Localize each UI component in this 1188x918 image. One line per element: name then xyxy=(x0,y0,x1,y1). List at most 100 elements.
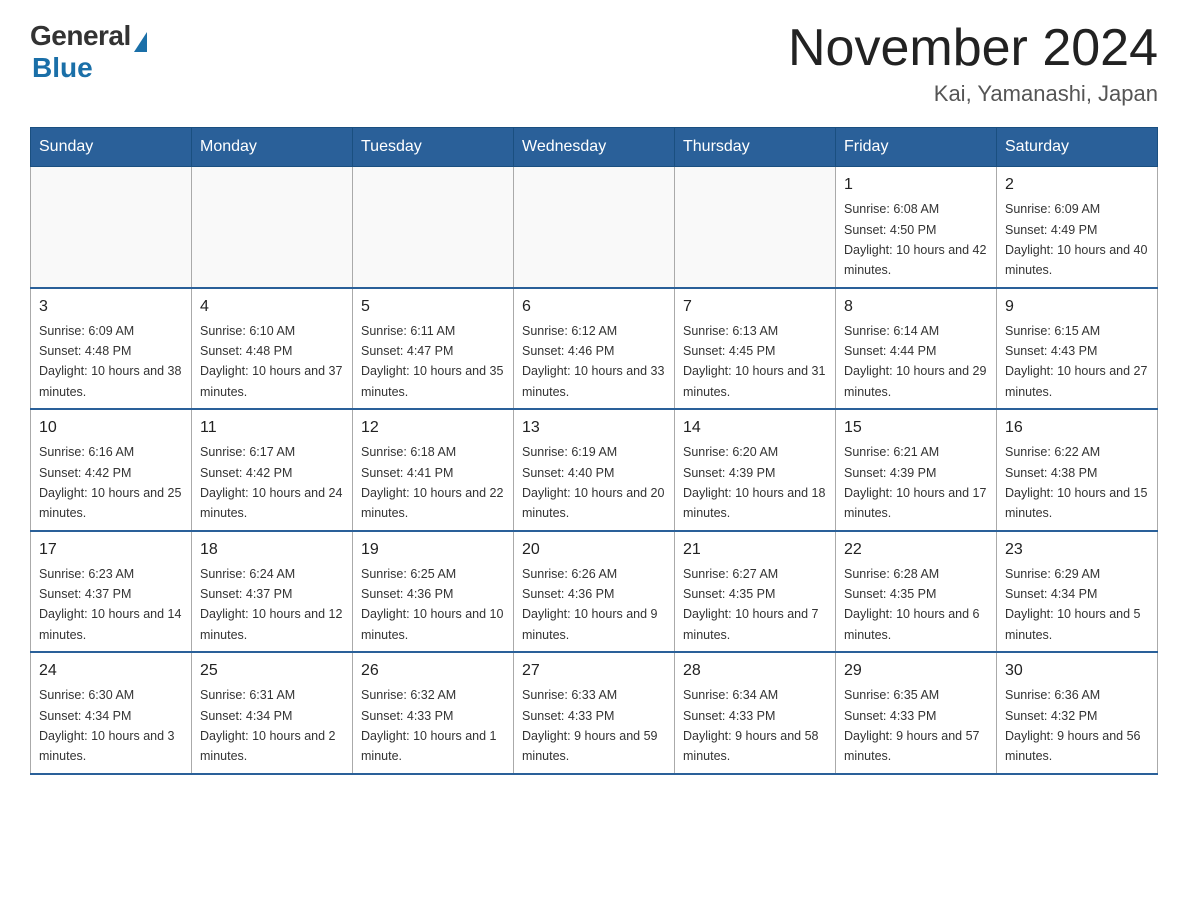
weekday-header-tuesday: Tuesday xyxy=(353,128,514,167)
calendar-cell: 2Sunrise: 6:09 AMSunset: 4:49 PMDaylight… xyxy=(997,167,1158,288)
day-number: 16 xyxy=(1005,416,1149,440)
calendar-week-5: 24 Sunrise: 6:30 AMSunset: 4:34 PMDayligh… xyxy=(31,652,1158,774)
day-info: Sunrise: 6:28 AMSunset: 4:35 PMDaylight:… xyxy=(844,567,980,642)
day-info: Sunrise: 6:23 AMSunset: 4:37 PMDaylight:… xyxy=(39,567,181,642)
day-number: 18 xyxy=(200,538,344,562)
day-info: Sunrise: 6:09 AMSunset: 4:48 PMDaylight:… xyxy=(39,324,181,399)
calendar-cell: 5 Sunrise: 6:11 AMSunset: 4:47 PMDaylight… xyxy=(353,288,514,410)
day-info: Sunrise: 6:08 AMSunset: 4:50 PMDaylight:… xyxy=(844,202,986,277)
calendar-cell: 10Sunrise: 6:16 AMSunset: 4:42 PMDayligh… xyxy=(31,409,192,531)
calendar-cell: 28Sunrise: 6:34 AMSunset: 4:33 PMDayligh… xyxy=(675,652,836,774)
weekday-header-thursday: Thursday xyxy=(675,128,836,167)
calendar-cell: 25 Sunrise: 6:31 AMSunset: 4:34 PMDayligh… xyxy=(192,652,353,774)
calendar-body: 1 Sunrise: 6:08 AMSunset: 4:50 PMDaylight… xyxy=(31,167,1158,774)
calendar-cell: 30 Sunrise: 6:36 AMSunset: 4:32 PMDayligh… xyxy=(997,652,1158,774)
day-info: Sunrise: 6:17 AMSunset: 4:42 PMDaylight:… xyxy=(200,445,342,520)
calendar-week-3: 10Sunrise: 6:16 AMSunset: 4:42 PMDayligh… xyxy=(31,409,1158,531)
day-number: 30 xyxy=(1005,659,1149,683)
day-number: 13 xyxy=(522,416,666,440)
calendar-cell: 19 Sunrise: 6:25 AMSunset: 4:36 PMDayligh… xyxy=(353,531,514,653)
day-info: Sunrise: 6:14 AMSunset: 4:44 PMDaylight:… xyxy=(844,324,986,399)
day-info: Sunrise: 6:15 AMSunset: 4:43 PMDaylight:… xyxy=(1005,324,1147,399)
day-number: 26 xyxy=(361,659,505,683)
day-number: 3 xyxy=(39,295,183,319)
calendar-cell: 6Sunrise: 6:12 AMSunset: 4:46 PMDaylight… xyxy=(514,288,675,410)
calendar-cell xyxy=(192,167,353,288)
calendar-cell xyxy=(353,167,514,288)
weekday-header-wednesday: Wednesday xyxy=(514,128,675,167)
day-number: 8 xyxy=(844,295,988,319)
day-info: Sunrise: 6:10 AMSunset: 4:48 PMDaylight:… xyxy=(200,324,342,399)
weekday-header-friday: Friday xyxy=(836,128,997,167)
calendar-cell: 4 Sunrise: 6:10 AMSunset: 4:48 PMDaylight… xyxy=(192,288,353,410)
calendar-cell: 20 Sunrise: 6:26 AMSunset: 4:36 PMDayligh… xyxy=(514,531,675,653)
calendar-cell: 23 Sunrise: 6:29 AMSunset: 4:34 PMDayligh… xyxy=(997,531,1158,653)
day-info: Sunrise: 6:32 AMSunset: 4:33 PMDaylight:… xyxy=(361,688,497,763)
calendar-table: SundayMondayTuesdayWednesdayThursdayFrid… xyxy=(30,127,1158,775)
day-info: Sunrise: 6:29 AMSunset: 4:34 PMDaylight:… xyxy=(1005,567,1141,642)
day-number: 10 xyxy=(39,416,183,440)
day-number: 23 xyxy=(1005,538,1149,562)
day-number: 17 xyxy=(39,538,183,562)
day-info: Sunrise: 6:13 AMSunset: 4:45 PMDaylight:… xyxy=(683,324,825,399)
weekday-header-saturday: Saturday xyxy=(997,128,1158,167)
page-subtitle: Kai, Yamanashi, Japan xyxy=(788,81,1158,107)
calendar-cell: 7 Sunrise: 6:13 AMSunset: 4:45 PMDaylight… xyxy=(675,288,836,410)
calendar-cell: 1 Sunrise: 6:08 AMSunset: 4:50 PMDaylight… xyxy=(836,167,997,288)
day-number: 11 xyxy=(200,416,344,440)
calendar-cell xyxy=(675,167,836,288)
day-number: 1 xyxy=(844,173,988,197)
day-info: Sunrise: 6:20 AMSunset: 4:39 PMDaylight:… xyxy=(683,445,825,520)
day-info: Sunrise: 6:33 AMSunset: 4:33 PMDaylight:… xyxy=(522,688,658,763)
day-info: Sunrise: 6:26 AMSunset: 4:36 PMDaylight:… xyxy=(522,567,658,642)
day-info: Sunrise: 6:35 AMSunset: 4:33 PMDaylight:… xyxy=(844,688,980,763)
calendar-cell: 13 Sunrise: 6:19 AMSunset: 4:40 PMDayligh… xyxy=(514,409,675,531)
calendar-cell: 14Sunrise: 6:20 AMSunset: 4:39 PMDayligh… xyxy=(675,409,836,531)
logo: General Blue xyxy=(30,20,147,84)
day-info: Sunrise: 6:18 AMSunset: 4:41 PMDaylight:… xyxy=(361,445,503,520)
day-info: Sunrise: 6:27 AMSunset: 4:35 PMDaylight:… xyxy=(683,567,819,642)
day-info: Sunrise: 6:19 AMSunset: 4:40 PMDaylight:… xyxy=(522,445,664,520)
day-number: 24 xyxy=(39,659,183,683)
day-info: Sunrise: 6:30 AMSunset: 4:34 PMDaylight:… xyxy=(39,688,175,763)
calendar-cell: 26 Sunrise: 6:32 AMSunset: 4:33 PMDayligh… xyxy=(353,652,514,774)
day-number: 25 xyxy=(200,659,344,683)
day-info: Sunrise: 6:25 AMSunset: 4:36 PMDaylight:… xyxy=(361,567,503,642)
day-number: 19 xyxy=(361,538,505,562)
day-number: 15 xyxy=(844,416,988,440)
calendar-cell: 8 Sunrise: 6:14 AMSunset: 4:44 PMDaylight… xyxy=(836,288,997,410)
day-info: Sunrise: 6:11 AMSunset: 4:47 PMDaylight:… xyxy=(361,324,503,399)
calendar-cell: 24 Sunrise: 6:30 AMSunset: 4:34 PMDayligh… xyxy=(31,652,192,774)
day-number: 5 xyxy=(361,295,505,319)
day-info: Sunrise: 6:24 AMSunset: 4:37 PMDaylight:… xyxy=(200,567,342,642)
day-number: 7 xyxy=(683,295,827,319)
calendar-cell: 27 Sunrise: 6:33 AMSunset: 4:33 PMDayligh… xyxy=(514,652,675,774)
day-number: 4 xyxy=(200,295,344,319)
day-info: Sunrise: 6:21 AMSunset: 4:39 PMDaylight:… xyxy=(844,445,986,520)
day-info: Sunrise: 6:36 AMSunset: 4:32 PMDaylight:… xyxy=(1005,688,1141,763)
calendar-cell: 29 Sunrise: 6:35 AMSunset: 4:33 PMDayligh… xyxy=(836,652,997,774)
day-number: 20 xyxy=(522,538,666,562)
day-number: 27 xyxy=(522,659,666,683)
day-info: Sunrise: 6:34 AMSunset: 4:33 PMDaylight:… xyxy=(683,688,819,763)
day-number: 22 xyxy=(844,538,988,562)
day-number: 21 xyxy=(683,538,827,562)
title-section: November 2024 Kai, Yamanashi, Japan xyxy=(788,20,1158,107)
calendar-cell: 15 Sunrise: 6:21 AMSunset: 4:39 PMDayligh… xyxy=(836,409,997,531)
day-number: 2 xyxy=(1005,173,1149,197)
day-info: Sunrise: 6:31 AMSunset: 4:34 PMDaylight:… xyxy=(200,688,336,763)
weekday-header-monday: Monday xyxy=(192,128,353,167)
calendar-header: SundayMondayTuesdayWednesdayThursdayFrid… xyxy=(31,128,1158,167)
calendar-cell xyxy=(31,167,192,288)
calendar-cell: 21 Sunrise: 6:27 AMSunset: 4:35 PMDayligh… xyxy=(675,531,836,653)
day-number: 9 xyxy=(1005,295,1149,319)
calendar-week-4: 17 Sunrise: 6:23 AMSunset: 4:37 PMDayligh… xyxy=(31,531,1158,653)
calendar-cell: 22 Sunrise: 6:28 AMSunset: 4:35 PMDayligh… xyxy=(836,531,997,653)
day-number: 29 xyxy=(844,659,988,683)
calendar-cell: 3 Sunrise: 6:09 AMSunset: 4:48 PMDaylight… xyxy=(31,288,192,410)
day-info: Sunrise: 6:22 AMSunset: 4:38 PMDaylight:… xyxy=(1005,445,1147,520)
calendar-week-2: 3 Sunrise: 6:09 AMSunset: 4:48 PMDaylight… xyxy=(31,288,1158,410)
calendar-cell: 18 Sunrise: 6:24 AMSunset: 4:37 PMDayligh… xyxy=(192,531,353,653)
calendar-cell: 17 Sunrise: 6:23 AMSunset: 4:37 PMDayligh… xyxy=(31,531,192,653)
calendar-cell: 16 Sunrise: 6:22 AMSunset: 4:38 PMDayligh… xyxy=(997,409,1158,531)
